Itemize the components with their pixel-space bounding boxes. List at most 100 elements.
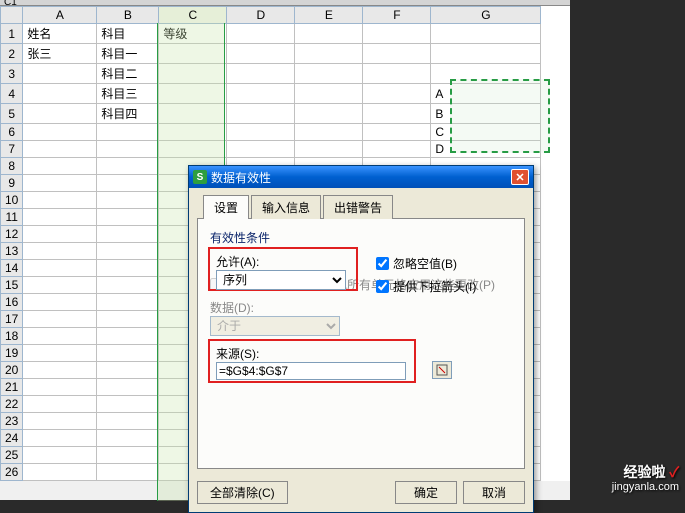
provide-dropdown-checkbox[interactable]: 提供下拉箭头(I) <box>376 278 476 295</box>
cell[interactable] <box>97 158 159 175</box>
row-header[interactable]: 4 <box>1 84 23 104</box>
cell[interactable] <box>159 64 227 84</box>
cell[interactable] <box>431 24 541 44</box>
cell[interactable] <box>227 104 295 124</box>
cell[interactable] <box>23 124 97 141</box>
cell[interactable]: 科目一 <box>97 44 159 64</box>
row-header[interactable]: 3 <box>1 64 23 84</box>
cell[interactable] <box>363 84 431 104</box>
col-header-d[interactable]: D <box>227 7 295 24</box>
clear-all-button[interactable]: 全部清除(C) <box>197 481 288 504</box>
cell[interactable]: 科目四 <box>97 104 159 124</box>
cell[interactable]: 科目 <box>97 24 159 44</box>
row-header[interactable]: 19 <box>1 345 23 362</box>
cell[interactable] <box>227 141 295 158</box>
cell[interactable] <box>295 124 363 141</box>
row-header[interactable]: 22 <box>1 396 23 413</box>
cell[interactable] <box>295 24 363 44</box>
ok-button[interactable]: 确定 <box>395 481 457 504</box>
cell[interactable] <box>363 104 431 124</box>
row-header[interactable]: 2 <box>1 44 23 64</box>
cell[interactable] <box>295 141 363 158</box>
cell[interactable] <box>227 64 295 84</box>
row-header[interactable]: 20 <box>1 362 23 379</box>
allow-select[interactable]: 序列 <box>216 270 346 290</box>
cell[interactable] <box>23 158 97 175</box>
row-header[interactable]: 17 <box>1 311 23 328</box>
cell[interactable] <box>97 175 159 192</box>
cell[interactable] <box>227 84 295 104</box>
cell[interactable]: 科目三 <box>97 84 159 104</box>
row-header[interactable]: 18 <box>1 328 23 345</box>
select-all-corner[interactable] <box>1 7 23 24</box>
row-header[interactable]: 23 <box>1 413 23 430</box>
cell[interactable]: A <box>431 84 541 104</box>
cell[interactable] <box>159 104 227 124</box>
row-header[interactable]: 16 <box>1 294 23 311</box>
cell[interactable] <box>227 44 295 64</box>
cell[interactable] <box>431 64 541 84</box>
ignore-blank-input[interactable] <box>376 257 389 270</box>
cell[interactable] <box>295 84 363 104</box>
provide-dropdown-input[interactable] <box>376 280 389 293</box>
cell[interactable] <box>295 44 363 64</box>
row-header[interactable]: 14 <box>1 260 23 277</box>
col-header-a[interactable]: A <box>23 7 97 24</box>
row-header[interactable]: 15 <box>1 277 23 294</box>
cell[interactable] <box>363 24 431 44</box>
cell[interactable] <box>23 84 97 104</box>
ignore-blank-checkbox[interactable]: 忽略空值(B) <box>376 255 476 272</box>
row-header[interactable]: 9 <box>1 175 23 192</box>
source-input[interactable] <box>216 362 406 380</box>
cell[interactable] <box>23 141 97 158</box>
row-header[interactable]: 1 <box>1 24 23 44</box>
cell[interactable]: 姓名 <box>23 24 97 44</box>
cell[interactable] <box>23 104 97 124</box>
row-header[interactable]: 10 <box>1 192 23 209</box>
row-header[interactable]: 24 <box>1 430 23 447</box>
cell[interactable] <box>23 175 97 192</box>
row-header[interactable]: 13 <box>1 243 23 260</box>
cell[interactable]: B <box>431 104 541 124</box>
cell[interactable]: 等级 <box>159 24 227 44</box>
dialog-titlebar[interactable]: S 数据有效性 ✕ <box>189 166 533 188</box>
cell[interactable] <box>363 64 431 84</box>
tab-settings[interactable]: 设置 <box>203 195 249 219</box>
cancel-button[interactable]: 取消 <box>463 481 525 504</box>
col-header-g[interactable]: G <box>431 7 541 24</box>
col-header-b[interactable]: B <box>97 7 159 24</box>
cell[interactable] <box>227 124 295 141</box>
tab-input-message[interactable]: 输入信息 <box>251 195 321 219</box>
close-button[interactable]: ✕ <box>511 169 529 185</box>
row-header[interactable]: 8 <box>1 158 23 175</box>
cell[interactable] <box>159 44 227 64</box>
cell[interactable]: C <box>431 124 541 141</box>
col-header-e[interactable]: E <box>295 7 363 24</box>
row-header[interactable]: 21 <box>1 379 23 396</box>
cell[interactable] <box>159 124 227 141</box>
cell[interactable]: 张三 <box>23 44 97 64</box>
row-header[interactable]: 5 <box>1 104 23 124</box>
cell[interactable] <box>363 141 431 158</box>
row-header[interactable]: 6 <box>1 124 23 141</box>
cell[interactable] <box>159 84 227 104</box>
col-header-c[interactable]: C <box>159 7 227 24</box>
cell[interactable] <box>97 124 159 141</box>
row-header[interactable]: 11 <box>1 209 23 226</box>
row-header[interactable]: 7 <box>1 141 23 158</box>
row-header[interactable]: 26 <box>1 464 23 481</box>
tab-error-alert[interactable]: 出错警告 <box>323 195 393 219</box>
cell[interactable] <box>23 64 97 84</box>
cell[interactable]: 科目二 <box>97 64 159 84</box>
cell[interactable] <box>363 124 431 141</box>
cell[interactable] <box>431 44 541 64</box>
col-header-f[interactable]: F <box>363 7 431 24</box>
cell[interactable]: D <box>431 141 541 158</box>
cell[interactable] <box>227 24 295 44</box>
cell[interactable] <box>295 64 363 84</box>
row-header[interactable]: 12 <box>1 226 23 243</box>
row-header[interactable]: 25 <box>1 447 23 464</box>
range-picker-button[interactable] <box>432 361 452 379</box>
cell[interactable] <box>97 141 159 158</box>
cell[interactable] <box>159 141 227 158</box>
